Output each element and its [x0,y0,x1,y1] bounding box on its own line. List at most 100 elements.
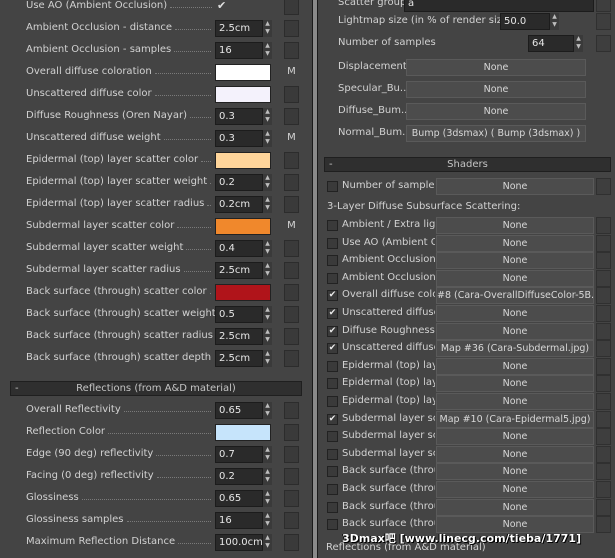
spinner-arrows-icon[interactable]: ▲ ▼ [263,42,272,59]
map-slot-button[interactable] [284,306,299,323]
map-slot-button[interactable] [284,424,299,441]
scroll-end-button[interactable] [596,252,611,270]
collapse-toggle[interactable]: - [329,158,333,171]
scroll-end-button[interactable] [596,322,611,340]
shader-enable-checkbox[interactable] [327,255,338,267]
spinner-arrows-icon[interactable]: ▲ ▼ [550,13,559,30]
shader-enable-checkbox[interactable] [327,519,338,531]
scroll-end-button[interactable] [596,287,611,305]
map-slot-button[interactable] [284,328,299,345]
value-field[interactable]: 0.3 [215,130,263,147]
scroll-end-button[interactable] [596,516,611,534]
scroll-end-button[interactable] [596,178,611,195]
value-field[interactable]: 0.65 [215,490,263,507]
value-field[interactable]: 2.5cm [215,20,263,37]
value-field[interactable]: 0.2cm [215,196,263,213]
shader-map-button[interactable]: Map #36 (Cara-Subdermal.jpg) [436,340,594,358]
scroll-end-button[interactable] [596,410,611,428]
scroll-end-button[interactable] [596,498,611,516]
shader-enable-checkbox[interactable] [327,431,338,443]
shader-enable-checkbox[interactable] [327,237,338,249]
spinner-arrows-icon[interactable]: ▲ ▼ [263,262,272,279]
map-slot-button[interactable] [284,284,299,301]
scroll-end-button[interactable] [596,375,611,393]
scroll-end-button[interactable] [596,481,611,498]
spinner-arrows-icon[interactable]: ▲ ▼ [263,130,272,147]
map-slot-button[interactable] [284,262,299,279]
map-slot-button[interactable] [284,240,299,257]
map-slot-button[interactable] [284,152,299,169]
shader-enable-checkbox[interactable]: ✔ [327,308,338,319]
map-slot-button[interactable] [284,468,299,485]
spinner-arrows-icon[interactable]: ▲ ▼ [263,512,272,529]
shader-enable-checkbox[interactable]: ✔ [327,413,338,425]
map-slot-button[interactable] [284,350,299,367]
map-slot-button[interactable]: None [406,103,586,120]
spinner-arrows-icon[interactable]: ▲ ▼ [263,240,272,257]
shader-map-button[interactable]: None [436,393,594,410]
map-button[interactable]: M [284,64,299,81]
color-swatch[interactable] [215,284,271,301]
map-slot-button[interactable] [284,446,299,463]
spinner-arrows-icon[interactable]: ▲ ▼ [263,174,272,191]
spinner-arrows-icon[interactable]: ▲ ▼ [263,534,272,551]
scroll-end-button[interactable] [596,357,611,375]
map-slot-button[interactable]: None [406,81,586,98]
shader-enable-checkbox[interactable] [327,360,338,372]
shader-map-button[interactable]: None [436,375,594,393]
spinner-arrows-icon[interactable]: ▲ ▼ [263,468,272,485]
shader-enable-checkbox[interactable] [327,501,338,513]
color-swatch[interactable] [215,64,271,81]
map-slot-button[interactable]: None [406,59,586,76]
value-field[interactable]: 0.7 [215,446,263,463]
shader-enable-checkbox[interactable] [327,378,338,390]
shader-enable-checkbox[interactable] [327,466,338,478]
spinner-arrows-icon[interactable]: ▲ ▼ [263,196,272,213]
map-slot-button[interactable] [284,0,299,15]
scroll-end-button[interactable] [596,428,611,446]
shader-map-button[interactable]: None [436,234,594,252]
scroll-end-button[interactable] [596,35,611,52]
map-slot-button[interactable] [284,196,299,213]
shader-map-button[interactable]: Map #10 (Cara-Epidermal5.jpg) [436,410,594,428]
shader-enable-checkbox[interactable]: ✔ [327,290,338,302]
value-field[interactable]: 0.5 [215,306,263,323]
shader-map-button[interactable]: None [436,269,594,287]
shader-map-button[interactable]: None [436,428,594,446]
value-field[interactable]: 0.2 [215,174,263,191]
scroll-end-button[interactable] [596,340,611,358]
shader-enable-checkbox[interactable] [327,484,338,495]
spinner-arrows-icon[interactable]: ▲ ▼ [263,350,272,367]
spinner-arrows-icon[interactable]: ▲ ▼ [263,306,272,323]
spinner-arrows-icon[interactable]: ▲ ▼ [263,108,272,125]
map-slot-button[interactable] [284,20,299,37]
value-field[interactable]: 100.0cm [215,534,263,551]
shader-map-button[interactable]: None [436,498,594,516]
scroll-end-button[interactable] [596,269,611,287]
scroll-end-button[interactable] [596,305,611,322]
shader-enable-checkbox[interactable] [327,272,338,284]
use-ao-checkbox[interactable]: ✔ [217,0,229,12]
reflections-rollout-header[interactable]: - Reflections (from A&D material) [10,381,302,396]
value-field[interactable]: 0.65 [215,402,263,419]
map-slot-button[interactable] [284,534,299,551]
lightmap-size-field[interactable]: 50.0 [500,13,550,30]
spinner-arrows-icon[interactable]: ▲ ▼ [574,35,583,52]
shader-map-button[interactable]: #8 (Cara-OverallDiffuseColor-5B.jpg) [436,287,594,305]
shader-map-button[interactable]: None [436,217,594,234]
scroll-end-button[interactable] [596,217,611,234]
color-swatch[interactable] [215,424,271,441]
value-field[interactable]: 2.5cm [215,262,263,279]
shader-map-button[interactable]: None [436,445,594,463]
map-slot-button[interactable]: Bump (3dsmax) ( Bump (3dsmax) ) [406,125,586,142]
value-field[interactable]: 0.2 [215,468,263,485]
shaders-rollout-header[interactable]: - Shaders [324,157,611,172]
shader-enable-checkbox[interactable]: ✔ [327,325,338,337]
spinner-arrows-icon[interactable]: ▲ ▼ [263,328,272,345]
collapse-toggle[interactable]: - [15,382,19,395]
scroll-end-button[interactable] [596,13,611,30]
shader-map-button[interactable]: None [436,322,594,340]
color-swatch[interactable] [215,86,271,103]
map-slot-button[interactable] [284,490,299,507]
color-swatch[interactable] [215,152,271,169]
